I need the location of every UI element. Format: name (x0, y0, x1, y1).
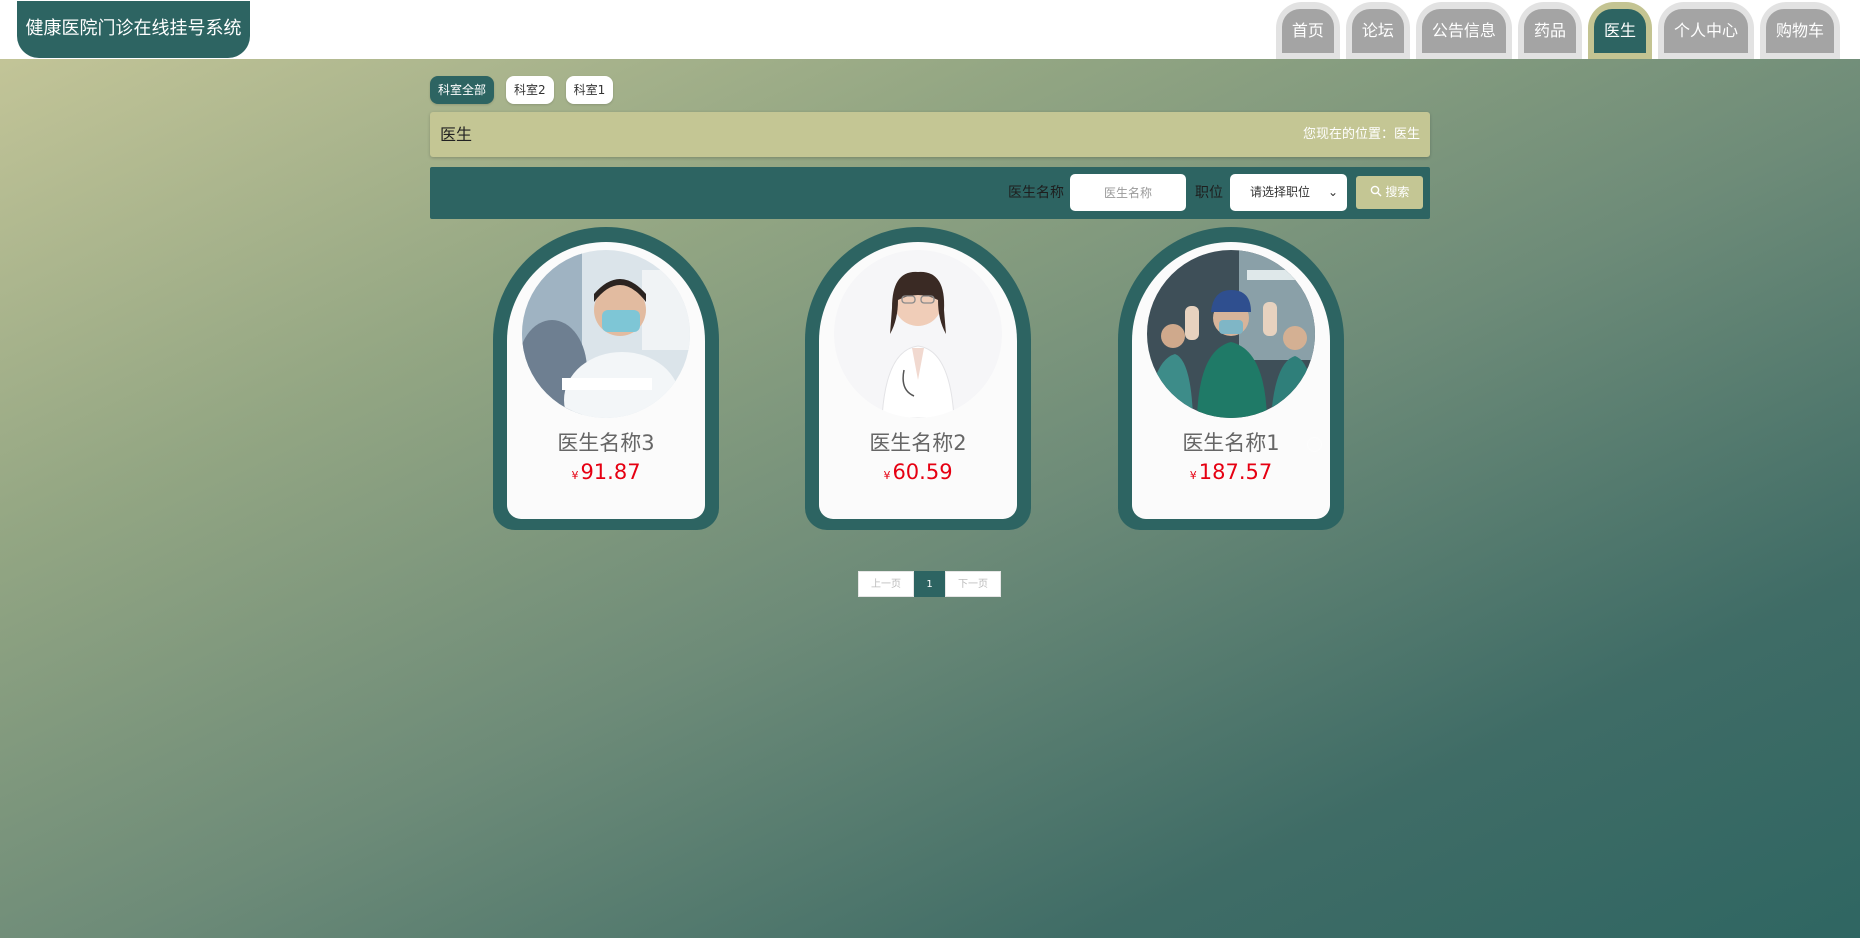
currency-symbol: ¥ (1189, 469, 1197, 482)
doctor-price-value: 187.57 (1198, 460, 1273, 484)
nav-label: 购物车 (1765, 9, 1834, 53)
nav-item-home[interactable]: 首页 (1275, 2, 1340, 59)
main-nav: 首页 论坛 公告信息 药品 医生 个人中心 购物车 (1275, 2, 1840, 59)
currency-symbol: ¥ (883, 469, 891, 482)
nav-label: 首页 (1281, 9, 1334, 53)
nav-item-medicine[interactable]: 药品 (1517, 2, 1582, 59)
breadcrumb: 您现在的位置：医生 (1302, 127, 1420, 142)
top-bar: 健康医院门诊在线挂号系统 首页 论坛 公告信息 药品 医生 个人中心 购物车 (0, 0, 1860, 59)
doctor-price: ¥60.59 (819, 460, 1017, 484)
doctor-name-input[interactable] (1070, 174, 1186, 211)
nav-label: 个人中心 (1663, 9, 1748, 53)
doctor-photo (834, 250, 1002, 418)
nav-item-cart[interactable]: 购物车 (1759, 2, 1840, 59)
search-button[interactable]: 搜索 (1356, 176, 1423, 209)
doctor-name: 医生名称2 (869, 431, 967, 455)
nav-label: 药品 (1523, 9, 1576, 53)
doctor-price-value: 91.87 (580, 460, 641, 484)
doctor-card-face: 医生名称2 ¥60.59 (819, 242, 1017, 519)
search-bar: 医生名称 职位 请选择职位 ⌄ 搜索 (430, 167, 1430, 219)
site-title: 健康医院门诊在线挂号系统 (17, 1, 250, 58)
search-icon (1370, 185, 1382, 197)
doctor-card[interactable]: 医生名称1 ¥187.57 (1118, 227, 1344, 530)
category-filter: 科室全部 科室2 科室1 (430, 76, 614, 104)
prev-page-button[interactable]: 上一页 (858, 571, 914, 597)
doctor-price: ¥91.87 (507, 460, 705, 484)
nav-item-forum[interactable]: 论坛 (1345, 2, 1410, 59)
page-number-current[interactable]: 1 (914, 571, 945, 597)
position-label: 职位 (1195, 185, 1223, 201)
position-select-value: 请选择职位 (1250, 185, 1311, 199)
position-select[interactable]: 请选择职位 ⌄ (1230, 174, 1347, 211)
doctor-name: 医生名称1 (1182, 431, 1280, 455)
doctor-price-value: 60.59 (892, 460, 953, 484)
page-title: 医生 (440, 125, 473, 144)
next-page-button[interactable]: 下一页 (945, 571, 1001, 597)
pagination: 上一页 1 下一页 (858, 571, 1001, 597)
doctor-card-face: 医生名称3 ¥91.87 (507, 242, 705, 519)
doctor-photo (1147, 250, 1315, 418)
breadcrumb-bar: 医生 您现在的位置：医生 (430, 112, 1430, 157)
cursor-indicator (1307, 437, 1322, 452)
chevron-down-icon: ⌄ (1327, 185, 1338, 199)
nav-item-announcements[interactable]: 公告信息 (1415, 2, 1512, 59)
category-chip-all[interactable]: 科室全部 (430, 76, 495, 104)
nav-label: 公告信息 (1421, 9, 1506, 53)
doctor-name-label: 医生名称 (1008, 185, 1064, 201)
doctor-card[interactable]: 医生名称3 ¥91.87 (493, 227, 719, 530)
doctor-card-face: 医生名称1 ¥187.57 (1132, 242, 1330, 519)
nav-label: 医生 (1593, 9, 1646, 53)
nav-label: 论坛 (1351, 9, 1404, 53)
nav-item-doctors[interactable]: 医生 (1587, 2, 1652, 59)
doctor-name: 医生名称3 (557, 431, 655, 455)
search-button-label: 搜索 (1385, 185, 1410, 199)
doctor-price: ¥187.57 (1132, 460, 1330, 484)
doctor-card[interactable]: 医生名称2 ¥60.59 (805, 227, 1031, 530)
category-chip-dept1[interactable]: 科室1 (565, 76, 614, 104)
nav-item-personal-center[interactable]: 个人中心 (1657, 2, 1754, 59)
doctor-photo (522, 250, 690, 418)
category-chip-dept2[interactable]: 科室2 (506, 76, 554, 104)
currency-symbol: ¥ (571, 469, 579, 482)
